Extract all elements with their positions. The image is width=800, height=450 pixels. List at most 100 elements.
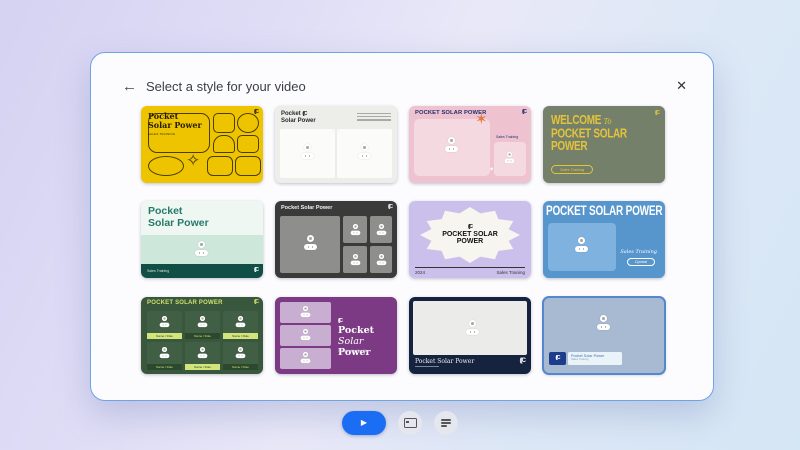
template-thumbnail-olive-welcome[interactable]: ((C WELCOME To POCKET SOLAR POWER Sales … [543, 106, 665, 183]
back-button[interactable]: ← [122, 79, 137, 94]
footer-label: Sales Training [147, 269, 169, 273]
template-subtitle: Sustainable Mobility [338, 349, 368, 353]
avatar-placeholder-icon [301, 329, 311, 340]
brand-logo-icon: ((C [254, 268, 258, 273]
template-thumbnail-light-panels[interactable]: Pocket ((C Solar Power [275, 106, 397, 183]
template-thumbnail-purple-rows[interactable]: ((C Pocket Solar Power Sustainable Mobil… [275, 297, 397, 374]
decor-square [213, 113, 235, 133]
content-panel [343, 216, 367, 243]
avatar-placeholder-icon [301, 352, 311, 363]
template-thumbnail-navy-frame[interactable]: Pocket Solar Power ((C [409, 297, 531, 374]
play-button[interactable]: ▶ [342, 411, 386, 435]
brand-logo-icon: ((C [388, 205, 392, 210]
footer-label: Pocket Solar Power [415, 358, 474, 365]
team-cell: Name / Role [185, 311, 220, 339]
avatar-placeholder-icon [377, 224, 387, 235]
frames-icon [404, 418, 417, 428]
content-panel [343, 246, 367, 273]
template-subtitle: Sales Training [620, 249, 657, 255]
content-panel [413, 301, 527, 355]
template-thumbnail-charcoal-grid[interactable]: Pocket Solar Power ((C [275, 201, 397, 278]
logo-badge: ((C [549, 352, 566, 365]
avatar-placeholder-icon [301, 306, 311, 317]
avatar-placeholder-icon [351, 224, 361, 235]
avatar-placeholder-icon [198, 347, 208, 358]
brand-logo-icon: ((C [254, 300, 258, 305]
template-thumbnail-blue-bold[interactable]: POCKET SOLAR POWER Sales Training Cymbal [543, 201, 665, 278]
team-cell: Name / Role [185, 342, 220, 370]
dialog-title: Select a style for your video [146, 79, 306, 94]
name-role-label: Name / Role [185, 364, 220, 370]
six-point-star-icon: ✶ [475, 112, 488, 127]
team-cell: Name / Role [223, 311, 258, 339]
template-thumbnail-forest-team[interactable]: POCKET SOLAR POWER ((C Name / Role Name … [141, 297, 263, 374]
app-background: ← Select a style for your video ✕ ((C Po… [0, 0, 800, 450]
name-role-label: Name / Role [147, 364, 182, 370]
template-title: WELCOME To POCKET SOLAR POWER [551, 115, 627, 154]
team-cell: Name / Role [223, 342, 258, 370]
avatar-placeholder-icon [377, 254, 387, 265]
bottom-controls: ▶ [0, 411, 800, 435]
avatar-placeholder-icon [236, 347, 246, 358]
year-label: 2024 [415, 270, 425, 275]
close-icon[interactable]: ✕ [676, 79, 687, 92]
template-title: PocketSolar Power [148, 112, 202, 130]
name-role-label: Name / Role [185, 333, 220, 339]
decor-oval [148, 156, 184, 176]
content-panel [337, 129, 392, 178]
footer-rule: 2024 Sales Training [415, 267, 525, 275]
content-panel [280, 129, 335, 178]
brand-logo-icon: ((C [302, 111, 306, 117]
content-panel [370, 216, 392, 243]
avatar-placeholder-icon [198, 316, 208, 327]
brand-logo-icon: ((C [556, 356, 560, 361]
play-icon: ▶ [361, 419, 367, 427]
template-title: Pocket ((C Solar Power [281, 111, 316, 125]
brand-logo-icon: ((C [338, 319, 342, 324]
template-title: Pocket [338, 325, 374, 336]
template-thumbnail-lavender-burst[interactable]: ((C POCKET SOLARPOWER 2024 Sales Trainin… [409, 201, 531, 278]
content-row [280, 302, 331, 323]
avatar-placeholder-icon [351, 254, 361, 265]
template-title: POCKET SOLAR POWER [147, 300, 223, 306]
team-cell: Name / Role [147, 311, 182, 339]
template-title: POCKET SOLAR POWER [546, 204, 664, 219]
body-text-lines [357, 113, 391, 121]
name-role-label: Name / Role [147, 333, 182, 339]
script-button[interactable] [434, 411, 458, 435]
content-row [280, 348, 331, 369]
template-thumbnail-yellow-shapes[interactable]: ((C PocketSolar Power SALES TRAINING ✧ [141, 106, 263, 183]
frames-button[interactable] [398, 411, 422, 435]
template-title: Solar Power [338, 336, 397, 358]
badge-label: Sales Training [496, 135, 518, 139]
content-panel [548, 223, 616, 271]
decor-rounded-rect [235, 156, 261, 176]
name-role-label: Name / Role [223, 333, 258, 339]
title-badge: Pocket Solar Power Sales Training [568, 352, 622, 365]
footer-subtext-line [415, 366, 439, 367]
decor-arch [213, 135, 235, 153]
avatar-placeholder-icon [236, 316, 246, 327]
decor-circle [237, 113, 259, 133]
content-panel [280, 216, 340, 273]
template-thumbnail-steel-selected[interactable]: ((C Pocket Solar Power Sales Training [543, 297, 665, 374]
avatar-placeholder-icon [597, 315, 610, 330]
brand-logo-icon: ((C [655, 111, 659, 116]
starburst-shape: ((C POCKET SOLARPOWER [420, 207, 520, 263]
avatar-placeholder-icon [505, 152, 515, 163]
brand-logo-icon: ((C [468, 225, 472, 230]
avatar-placeholder-icon [575, 237, 588, 252]
avatar-placeholder-icon [304, 235, 317, 250]
content-panel [494, 142, 526, 176]
template-thumbnail-pink-star[interactable]: POCKET SOLAR POWER ((C ✶ Sales Training … [409, 106, 531, 183]
brand-logo-icon: ((C [520, 358, 525, 364]
template-subtitle: SALES TRAINING [148, 132, 175, 136]
badge-label: Sales Training [496, 270, 525, 275]
avatar-placeholder-icon [358, 144, 371, 159]
badge-subtitle: Sales Training [571, 358, 619, 361]
avatar-placeholder-icon [160, 347, 170, 358]
template-thumbnail-mint-split[interactable]: PocketSolar Power Sales Training ((C [141, 201, 263, 278]
script-lines-icon [441, 419, 451, 427]
pill-badge: Cymbal [627, 258, 655, 266]
decor-square [237, 135, 259, 153]
